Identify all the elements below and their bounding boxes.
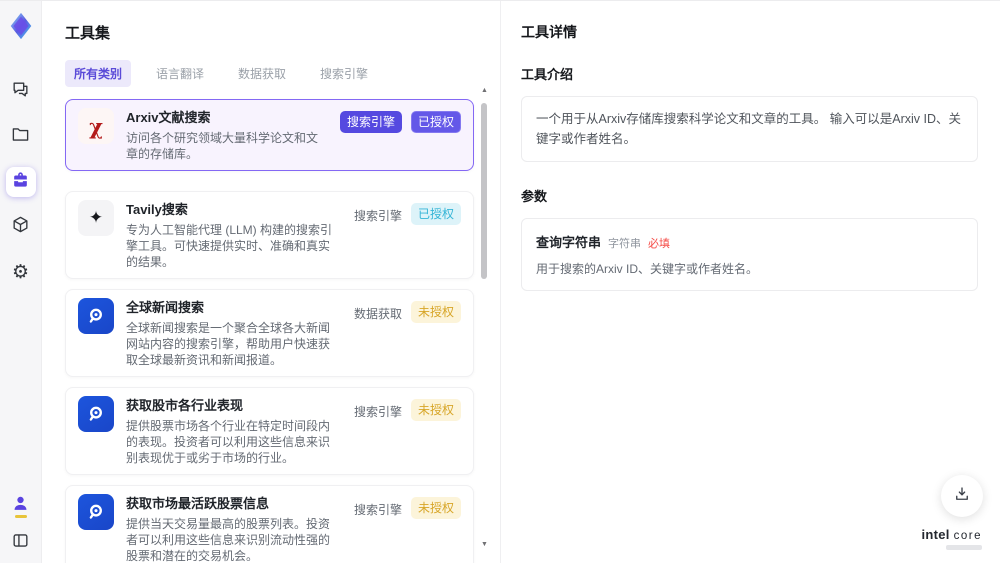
tool-card-arxiv[interactable]: χ Arxiv文献搜索 访问各个研究领域大量科学论文和文章的存储库。 搜索引擎 … bbox=[65, 99, 474, 171]
tool-name: 获取市场最活跃股票信息 bbox=[126, 496, 270, 511]
required-badge: 必填 bbox=[648, 238, 671, 250]
category-badge: 搜索引擎 bbox=[339, 111, 402, 133]
scroll-down-icon[interactable]: ▼ bbox=[480, 541, 489, 549]
parameter-name: 查询字符串 bbox=[536, 235, 602, 250]
sidebar-bottom bbox=[11, 494, 30, 555]
panel-toggle-button[interactable] bbox=[11, 531, 30, 555]
tool-meta: 数据获取 未授权 bbox=[354, 298, 461, 368]
status-badge: 已授权 bbox=[410, 203, 461, 225]
intel-brand-text: intel bbox=[921, 527, 950, 542]
details-title: 工具详情 bbox=[521, 24, 577, 40]
parameter-card: 查询字符串 字符串 必填 用于搜索的Arxiv ID、关键字或作者姓名。 bbox=[521, 218, 978, 291]
sidebar-item-tools[interactable] bbox=[5, 167, 36, 197]
download-icon bbox=[953, 485, 971, 508]
tool-card-tavily[interactable]: ✦ Tavily搜索 专为人工智能代理 (LLM) 构建的搜索引擎工具。可快速提… bbox=[65, 191, 474, 279]
tool-card-active-stocks[interactable]: 获取市场最活跃股票信息 提供当天交易量最高的股票列表。投资者可以利用这些信息来识… bbox=[65, 485, 474, 563]
tool-card-sector-performance[interactable]: 获取股市各行业表现 提供股票市场各个行业在特定时间段内的表现。投资者可以利用这些… bbox=[65, 387, 474, 475]
gear-icon: ⚙ bbox=[11, 261, 30, 283]
app-logo-icon bbox=[6, 11, 36, 41]
sidebar: ⚙ bbox=[0, 1, 42, 563]
sparkle-icon: ✦ bbox=[78, 200, 114, 236]
user-avatar-button[interactable] bbox=[11, 494, 30, 518]
category-label: 搜索引擎 bbox=[353, 503, 402, 517]
tool-name: 全球新闻搜索 bbox=[126, 300, 205, 315]
tool-description: 提供股票市场各个行业在特定时间段内的表现。投资者可以利用这些信息来识别表现优于或… bbox=[126, 419, 331, 465]
tool-info: 获取市场最活跃股票信息 提供当天交易量最高的股票列表。投资者可以利用这些信息来识… bbox=[126, 494, 342, 563]
status-badge: 未授权 bbox=[410, 497, 461, 519]
tool-meta: 搜索引擎 未授权 bbox=[354, 396, 461, 466]
tool-meta: 搜索引擎 已授权 bbox=[339, 108, 461, 162]
tab-language-translation[interactable]: 语言翻译 bbox=[147, 60, 213, 87]
app-window: ⚙ 工具集 所有类别 语言翻译 数据获取 搜索引擎 χ Arxiv文献搜索 访问… bbox=[0, 0, 1000, 563]
tool-info: Arxiv文献搜索 访问各个研究领域大量科学论文和文章的存储库。 bbox=[126, 108, 328, 162]
tool-description: 提供当天交易量最高的股票列表。投资者可以利用这些信息来识别流动性强的股票和潜在的… bbox=[126, 517, 331, 563]
tool-description: 全球新闻搜索是一个聚合全球各大新闻网站内容的搜索引擎，帮助用户快速获取全球最新资… bbox=[126, 321, 331, 367]
core-brand-text: core bbox=[953, 530, 982, 542]
list-scrollbar[interactable]: ▲ ▼ bbox=[480, 87, 489, 549]
page-title: 工具集 bbox=[65, 25, 111, 42]
tool-name: 获取股市各行业表现 bbox=[126, 398, 244, 413]
parameter-header: 查询字符串 字符串 必填 bbox=[536, 232, 963, 251]
category-label: 搜索引擎 bbox=[353, 405, 402, 419]
tab-data-fetching[interactable]: 数据获取 bbox=[229, 60, 295, 87]
tool-description: 访问各个研究领域大量科学论文和文章的存储库。 bbox=[126, 131, 319, 161]
sidebar-item-models[interactable] bbox=[6, 212, 36, 242]
parameter-type: 字符串 bbox=[608, 238, 642, 250]
tool-meta: 搜索引擎 已授权 bbox=[354, 200, 461, 270]
chat-icon bbox=[11, 80, 30, 104]
tool-details-pane: 工具详情 工具介绍 一个用于从Arxiv存储库搜索科学论文和文章的工具。 输入可… bbox=[500, 1, 1000, 563]
tool-description: 专为人工智能代理 (LLM) 构建的搜索引擎工具。可快速提供实时、准确和真实的结… bbox=[126, 223, 333, 269]
panel-toggle-icon bbox=[11, 534, 30, 554]
sidebar-nav: ⚙ bbox=[5, 77, 36, 287]
tool-intro-box: 一个用于从Arxiv存储库搜索科学论文和文章的工具。 输入可以是Arxiv ID… bbox=[521, 96, 978, 162]
sidebar-item-files[interactable] bbox=[6, 122, 36, 152]
tool-info: 全球新闻搜索 全球新闻搜索是一个聚合全球各大新闻网站内容的搜索引擎，帮助用户快速… bbox=[126, 298, 342, 368]
parameter-description: 用于搜索的Arxiv ID、关键字或作者姓名。 bbox=[536, 262, 759, 276]
intro-heading: 工具介绍 bbox=[521, 67, 574, 82]
tab-all-categories[interactable]: 所有类别 bbox=[65, 60, 132, 87]
news-search-icon bbox=[78, 396, 114, 432]
folder-icon bbox=[11, 125, 30, 149]
tools-pane: 工具集 所有类别 语言翻译 数据获取 搜索引擎 χ Arxiv文献搜索 访问各个… bbox=[42, 1, 500, 563]
tool-name: Tavily搜索 bbox=[126, 202, 188, 217]
category-label: 搜索引擎 bbox=[353, 209, 402, 223]
category-label: 数据获取 bbox=[353, 307, 402, 321]
intel-sub-mark bbox=[946, 545, 982, 550]
category-tabs: 所有类别 语言翻译 数据获取 搜索引擎 bbox=[65, 60, 474, 87]
tool-card-global-news[interactable]: 全球新闻搜索 全球新闻搜索是一个聚合全球各大新闻网站内容的搜索引擎，帮助用户快速… bbox=[65, 289, 474, 377]
tool-info: Tavily搜索 专为人工智能代理 (LLM) 构建的搜索引擎工具。可快速提供实… bbox=[126, 200, 342, 270]
intel-core-logo: intel core bbox=[921, 527, 982, 550]
tool-name: Arxiv文献搜索 bbox=[126, 110, 211, 125]
user-icon bbox=[11, 496, 30, 517]
tool-meta: 搜索引擎 未授权 bbox=[354, 494, 461, 563]
scrollbar-thumb[interactable] bbox=[481, 103, 487, 279]
download-button[interactable] bbox=[941, 475, 983, 517]
sidebar-item-chat[interactable] bbox=[6, 77, 36, 107]
scroll-up-icon[interactable]: ▲ bbox=[480, 87, 489, 95]
cube-icon bbox=[11, 215, 30, 239]
tool-info: 获取股市各行业表现 提供股票市场各个行业在特定时间段内的表现。投资者可以利用这些… bbox=[126, 396, 342, 466]
news-search-icon bbox=[78, 494, 114, 530]
status-badge: 未授权 bbox=[410, 399, 461, 421]
status-badge: 已授权 bbox=[410, 111, 461, 133]
status-badge: 未授权 bbox=[410, 301, 461, 323]
news-search-icon bbox=[78, 298, 114, 334]
sidebar-item-settings[interactable]: ⚙ bbox=[6, 257, 36, 287]
params-heading: 参数 bbox=[521, 189, 548, 204]
tool-list: χ Arxiv文献搜索 访问各个研究领域大量科学论文和文章的存储库。 搜索引擎 … bbox=[65, 99, 474, 563]
toolbox-icon bbox=[11, 170, 30, 194]
arxiv-icon: χ bbox=[78, 108, 114, 144]
tab-search-engine[interactable]: 搜索引擎 bbox=[311, 60, 377, 87]
